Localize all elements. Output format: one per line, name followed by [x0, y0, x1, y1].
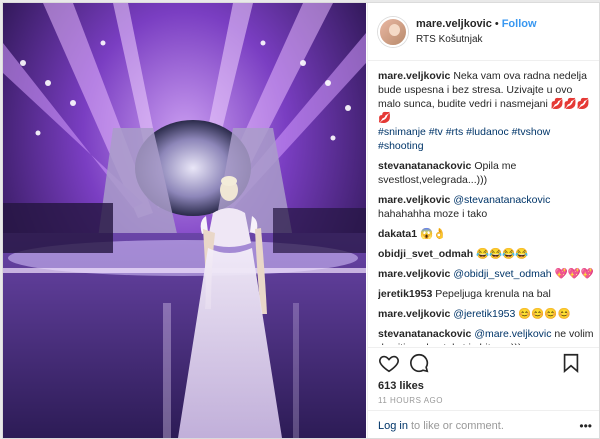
- comment-text: Pepeljuga krenula na bal: [435, 288, 551, 300]
- comment-mention[interactable]: @stevanatanackovic: [453, 194, 550, 206]
- comment-username[interactable]: mare.veljkovic: [378, 308, 450, 320]
- login-prompt: Log in to like or comment. •••: [368, 410, 599, 438]
- comment-item: dakata1 😱👌: [378, 227, 594, 241]
- comment-text: hahahahha moze i tako: [378, 208, 488, 220]
- header-username[interactable]: mare.veljkovic: [416, 18, 492, 30]
- comment-username[interactable]: obidji_svet_odmah: [378, 248, 473, 260]
- comment-mention[interactable]: @jeretik1953: [453, 308, 515, 320]
- avatar[interactable]: [378, 16, 408, 47]
- comment-item: mare.veljkovic @jeretik1953 😊😊😊😊: [378, 307, 594, 321]
- separator-dot: •: [494, 17, 499, 30]
- emoji-icon: 😱👌: [420, 228, 447, 240]
- bookmark-icon[interactable]: [560, 352, 582, 374]
- location-link[interactable]: RTS Košutnjak: [416, 32, 537, 47]
- comment-item: obidji_svet_odmah 😂😂😂😂: [378, 247, 594, 261]
- comment-icon[interactable]: [408, 352, 430, 374]
- stage-photo-image: [3, 3, 366, 438]
- post-header: mare.veljkovic • Follow RTS Košutnjak: [368, 3, 599, 61]
- comment-mention[interactable]: @obidji_svet_odmah: [453, 268, 551, 280]
- post-photo[interactable]: [3, 3, 366, 438]
- caption-username[interactable]: mare.veljkovic: [378, 70, 450, 82]
- comment-username[interactable]: jeretik1953: [378, 288, 432, 300]
- post-frame: mare.veljkovic • Follow RTS Košutnjak mare…: [2, 2, 600, 439]
- comment-item: stevanatanackovic Opila me svestlost,vel…: [378, 159, 594, 187]
- comment-username[interactable]: stevanatanackovic: [378, 160, 471, 172]
- caption: mare.veljkovic Neka vam ova radna nedelj…: [378, 69, 594, 153]
- login-text: to like or comment.: [410, 419, 504, 432]
- comment-item: mare.veljkovic @obidji_svet_odmah 💖💖💖: [378, 267, 594, 281]
- post-side-panel: mare.veljkovic • Follow RTS Košutnjak mare…: [367, 3, 599, 438]
- comment-username[interactable]: mare.veljkovic: [378, 268, 450, 280]
- likes-count[interactable]: 613 likes: [368, 380, 599, 392]
- login-link[interactable]: Log in: [378, 420, 408, 432]
- caption-hashtags[interactable]: #snimanje #tv #rts #ludanoc #tvshow #sho…: [378, 126, 550, 152]
- comment-item: jeretik1953 Pepeljuga krenula na bal: [378, 287, 594, 301]
- comment-mention[interactable]: @mare.veljkovic: [474, 328, 551, 340]
- more-options-icon[interactable]: •••: [579, 419, 592, 433]
- post-timestamp: 11 HOURS AGO: [378, 396, 443, 405]
- comment-username[interactable]: dakata1: [378, 228, 417, 240]
- post-actions: 613 likes 11 HOURS AGO Log in to like or…: [368, 347, 599, 438]
- emoji-icon: 😂😂😂😂: [476, 248, 529, 260]
- emoji-icon: 😊😊😊😊: [518, 308, 571, 320]
- comment-username[interactable]: stevanatanackovic: [378, 328, 471, 340]
- comment-item: stevanatanackovic @mare.veljkovic ne vol…: [378, 327, 594, 345]
- heart-emoji-icon: 💖💖💖: [554, 268, 594, 280]
- heart-icon[interactable]: [378, 352, 400, 374]
- comments-list: mare.veljkovic Neka vam ova radna nedelj…: [378, 69, 594, 345]
- comment-username[interactable]: mare.veljkovic: [378, 194, 450, 206]
- follow-button[interactable]: Follow: [502, 18, 537, 30]
- comment-item: mare.veljkovic @stevanatanackovic hahaha…: [378, 193, 594, 221]
